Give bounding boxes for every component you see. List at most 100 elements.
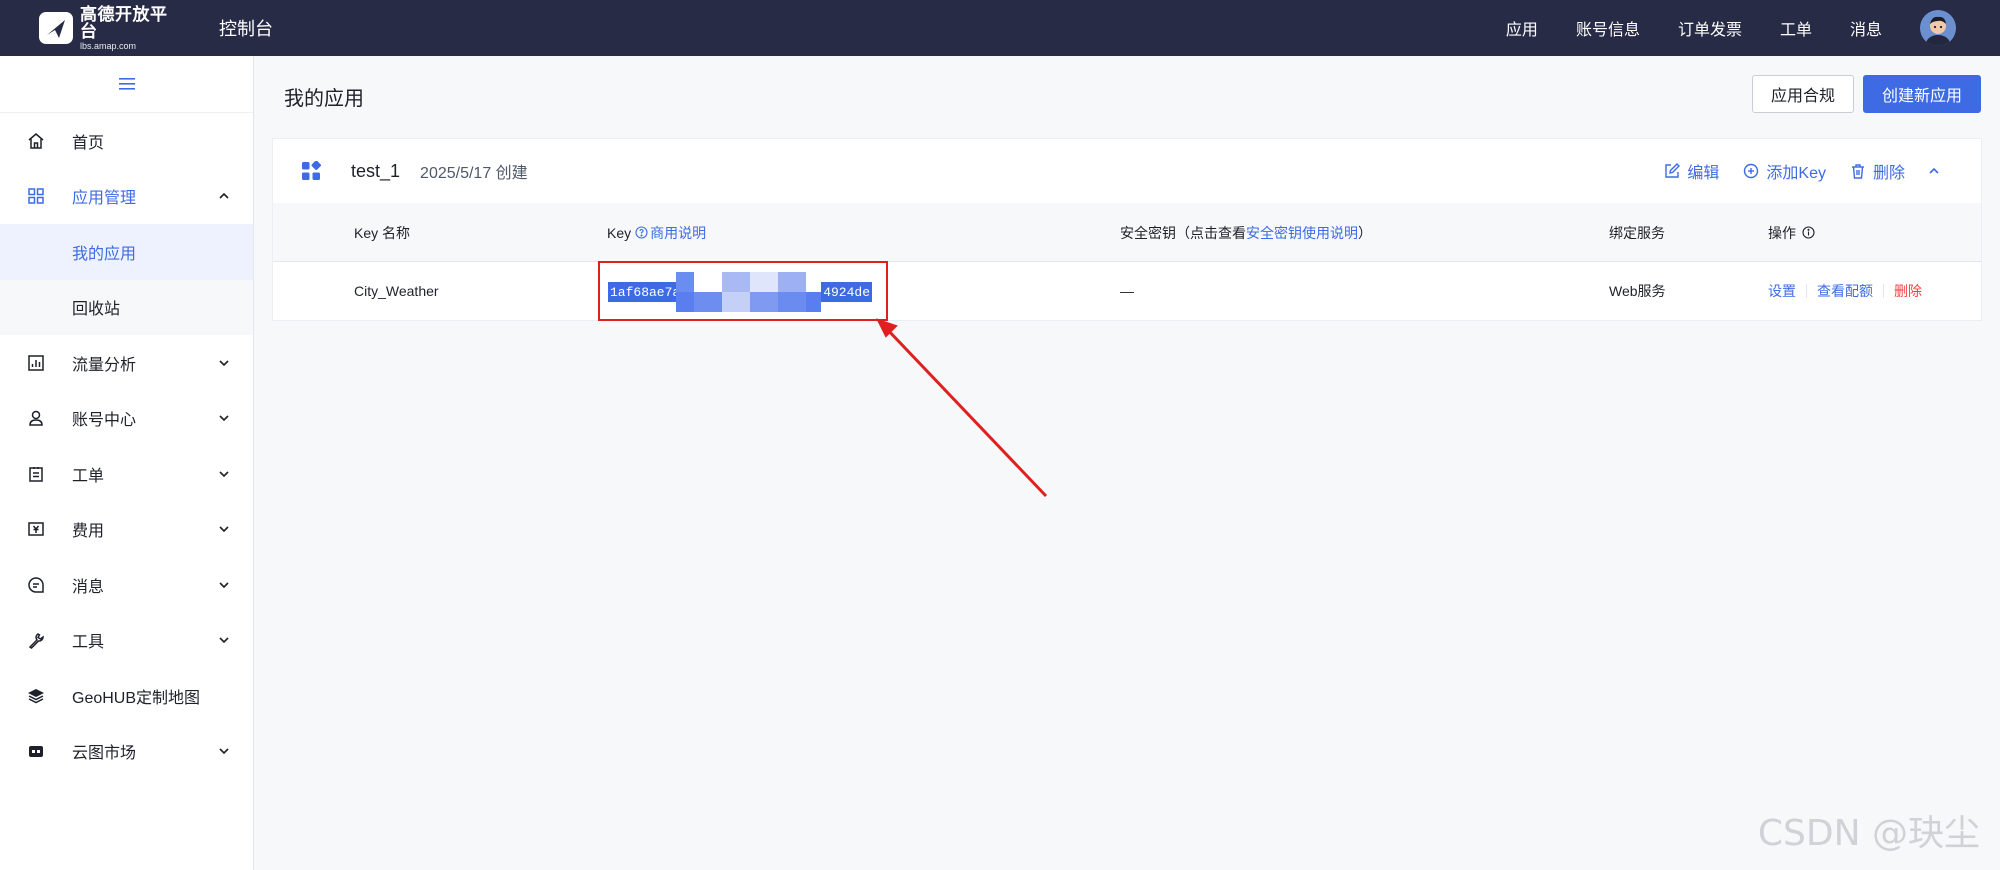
- column-header-key: Key 商用说明: [607, 203, 706, 262]
- sidebar-item-label: 云图市场: [72, 745, 137, 763]
- annotation-arrow: [876, 318, 1048, 498]
- service-cell: Web服务: [1609, 283, 1666, 299]
- chevron-down-icon: [219, 526, 229, 533]
- table-row: City_Weather — Web服务 设置 查看配额 删除: [273, 262, 1981, 320]
- create-app-button[interactable]: 创建新应用: [1863, 75, 1981, 113]
- top-nav-tickets[interactable]: 工单: [1780, 16, 1812, 40]
- amap-logo[interactable]: 高德开放平台 lbs.amap.com: [38, 6, 183, 51]
- chevron-down-icon: [219, 471, 229, 477]
- trash-icon: [1850, 163, 1866, 179]
- sidebar-item-my-apps[interactable]: 我的应用: [0, 224, 253, 280]
- ops-cell: 设置 查看配额 删除: [1768, 262, 1922, 320]
- sidebar-item-label: GeoHUB定制地图: [72, 689, 201, 707]
- column-header-ops: 操作: [1768, 203, 1815, 262]
- wrench-icon: [26, 630, 46, 650]
- divider: [1883, 284, 1884, 298]
- app-grid-icon: [301, 160, 321, 181]
- edit-icon: [1664, 163, 1681, 179]
- sidebar-item-billing[interactable]: 费用: [0, 502, 253, 558]
- add-key-button[interactable]: 添加Key: [1743, 159, 1826, 183]
- page-title: 我的应用: [284, 88, 364, 110]
- column-header-ops-label: 操作: [1768, 224, 1796, 241]
- chevron-down-icon: [219, 582, 229, 588]
- top-nav: 应用 账号信息 订单发票 工单 消息: [1506, 0, 2000, 56]
- annotation-highlight-box: [598, 261, 888, 321]
- sidebar-item-label: 回收站: [72, 301, 121, 319]
- sidebar-item-app-management[interactable]: 应用管理: [0, 169, 253, 225]
- sidebar-item-tickets[interactable]: 工单: [0, 446, 253, 502]
- home-icon: [26, 131, 46, 151]
- sidebar-item-label: 消息: [72, 578, 105, 596]
- delete-key-link[interactable]: 删除: [1894, 281, 1922, 301]
- currency-icon: [26, 519, 46, 539]
- user-avatar[interactable]: [1920, 10, 1956, 46]
- app-card: test_1 2025/5/17 创建 编辑 添加Key 删除 Key 名称 K…: [272, 138, 1982, 321]
- column-header-key-label: Key: [607, 224, 632, 241]
- top-nav-orders[interactable]: 订单发票: [1678, 16, 1742, 40]
- info-icon: [1802, 226, 1815, 239]
- key-name-cell: City_Weather: [354, 283, 439, 299]
- secret-usage-link[interactable]: 安全密钥使用说明: [1246, 223, 1358, 243]
- chevron-down-icon: [219, 637, 229, 644]
- add-key-label: 添加Key: [1766, 165, 1826, 182]
- sidebar: 首页 应用管理 我的应用 回收站 流量分析 账号中心 工单 费用 消息 工具 G…: [0, 56, 254, 870]
- sidebar-item-label: 费用: [72, 523, 105, 541]
- app-name: test_1: [351, 160, 401, 181]
- amap-logo-icon: [38, 11, 74, 45]
- chevron-down-icon: [219, 360, 229, 366]
- sidebar-item-label: 工单: [72, 467, 105, 485]
- sidebar-item-cloud-market[interactable]: 云图市场: [0, 724, 253, 780]
- console-title[interactable]: 控制台: [219, 15, 273, 41]
- app-compliance-button[interactable]: 应用合规: [1752, 75, 1854, 113]
- app-created-date: 2025/5/17 创建: [420, 165, 528, 182]
- layers-icon: [26, 686, 46, 706]
- sidebar-item-account-center[interactable]: 账号中心: [0, 391, 253, 447]
- message-icon: [26, 575, 46, 595]
- top-bar: 高德开放平台 lbs.amap.com 控制台 应用 账号信息 订单发票 工单 …: [0, 0, 2000, 56]
- sidebar-item-tools[interactable]: 工具: [0, 613, 253, 669]
- store-icon: [26, 741, 46, 761]
- column-header-key-name: Key 名称: [354, 224, 411, 241]
- grid-icon: [26, 186, 46, 206]
- plus-circle-icon: [1743, 163, 1759, 179]
- chevron-up-icon: [219, 193, 229, 199]
- user-icon: [26, 408, 46, 428]
- app-actions: 编辑 添加Key 删除: [1640, 139, 1941, 203]
- sidebar-item-label: 账号中心: [72, 412, 137, 430]
- sidebar-item-recycle-bin[interactable]: 回收站: [0, 279, 253, 335]
- sidebar-item-geohub[interactable]: GeoHUB定制地图: [0, 668, 253, 724]
- top-nav-apps[interactable]: 应用: [1506, 16, 1538, 40]
- commercial-info-link[interactable]: 商用说明: [650, 223, 706, 243]
- column-header-service: 绑定服务: [1609, 224, 1665, 241]
- sidebar-item-label: 流量分析: [72, 356, 137, 374]
- sidebar-item-label: 工具: [72, 634, 105, 652]
- app-card-header: test_1 2025/5/17 创建 编辑 添加Key 删除: [273, 139, 1981, 203]
- chevron-up-icon[interactable]: [1927, 164, 1941, 178]
- sidebar-item-home[interactable]: 首页: [0, 113, 253, 169]
- sidebar-item-label: 应用管理: [72, 190, 137, 208]
- delete-label: 删除: [1872, 165, 1905, 182]
- sidebar-item-label: 我的应用: [72, 245, 137, 263]
- delete-app-button[interactable]: 删除: [1850, 159, 1905, 183]
- sidebar-item-traffic-analysis[interactable]: 流量分析: [0, 335, 253, 391]
- chevron-down-icon: [219, 415, 229, 422]
- column-header-secret: 安全密钥（点击查看 安全密钥使用说明 ）: [1120, 203, 1372, 262]
- divider: [1806, 284, 1807, 298]
- chevron-down-icon: [219, 748, 229, 755]
- help-circle-icon: [635, 226, 648, 239]
- secret-header-prefix: 安全密钥（点击查看: [1120, 224, 1246, 241]
- edit-app-button[interactable]: 编辑: [1664, 159, 1719, 183]
- sidebar-item-messages[interactable]: 消息: [0, 557, 253, 613]
- secret-header-suffix: ）: [1358, 224, 1372, 241]
- watermark: CSDN @玦尘: [1757, 813, 1980, 854]
- view-quota-link[interactable]: 查看配额: [1817, 281, 1873, 301]
- chart-icon: [26, 353, 46, 373]
- ticket-icon: [26, 464, 46, 484]
- sidebar-item-label: 首页: [72, 134, 105, 152]
- top-nav-account[interactable]: 账号信息: [1576, 16, 1640, 40]
- top-nav-messages[interactable]: 消息: [1850, 16, 1882, 40]
- key-table-header: Key 名称 Key 商用说明 安全密钥（点击查看 安全密钥使用说明 ） 绑定服…: [273, 203, 1981, 262]
- settings-link[interactable]: 设置: [1768, 281, 1796, 301]
- edit-label: 编辑: [1687, 165, 1720, 182]
- menu-icon[interactable]: [0, 56, 253, 113]
